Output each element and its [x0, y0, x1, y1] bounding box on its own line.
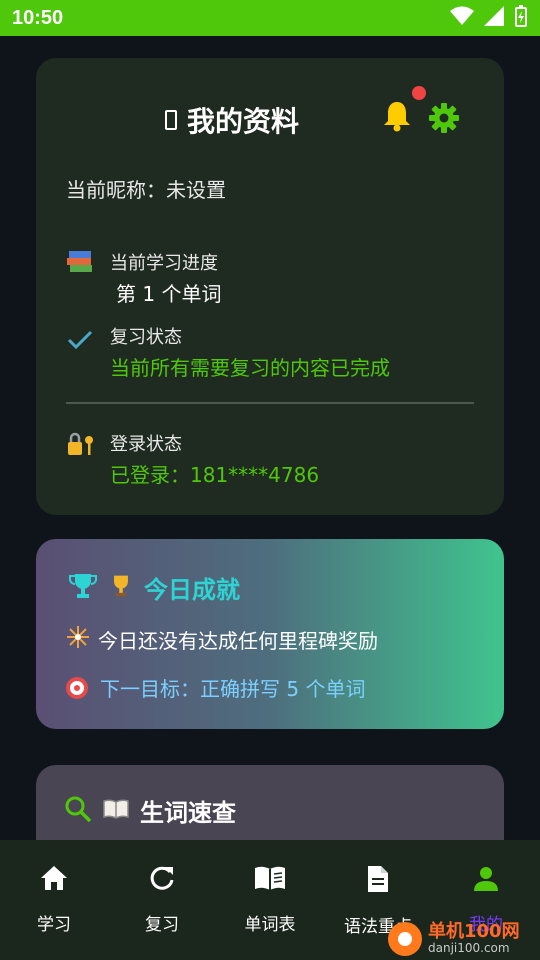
profile-title: 我的资料 [165, 100, 299, 140]
achievement-title: 今日成就 [68, 570, 240, 605]
bell-icon [382, 102, 412, 136]
review-label: 复习状态 [110, 327, 182, 348]
profile-title-text: 我的资料 [187, 105, 300, 138]
document-icon [366, 864, 390, 898]
tab-wordlist[interactable]: 单词表 [216, 840, 324, 960]
notification-badge [412, 86, 426, 100]
login-value: 已登录：181****4786 [110, 463, 320, 487]
firework-icon [66, 625, 90, 654]
check-icon [66, 328, 94, 358]
achievement-status: 今日还没有达成任何里程碑奖励 [66, 625, 378, 654]
tab-study[interactable]: 学习 [0, 840, 108, 960]
target-icon [66, 676, 88, 699]
notification-button[interactable] [382, 86, 426, 136]
progress-label: 当前学习进度 [110, 253, 218, 274]
status-time: 10:50 [12, 6, 64, 29]
divider [66, 402, 474, 404]
watermark-main-text: 单机100网 [428, 921, 520, 943]
next-goal-text: 下一目标：正确拼写 5 个单词 [100, 677, 366, 701]
person-icon [472, 864, 500, 896]
settings-button[interactable] [428, 102, 460, 134]
watermark: 单机100网 danji100.com [388, 918, 540, 960]
tab-wordlist-label: 单词表 [244, 915, 296, 935]
search-icon [64, 795, 92, 827]
lock-key-icon [66, 432, 96, 464]
placeholder-glyph-icon [165, 110, 177, 130]
tab-study-label: 学习 [37, 915, 71, 935]
gear-icon [428, 103, 460, 138]
word-lookup-title-text: 生词速查 [140, 799, 236, 827]
status-bar: 10:50 [0, 0, 540, 36]
book-icon [102, 797, 130, 825]
watermark-sub-text: danji100.com [428, 941, 510, 956]
review-value: 当前所有需要复习的内容已完成 [110, 356, 390, 380]
status-icons [450, 5, 528, 31]
refresh-icon [148, 864, 176, 896]
word-lookup-title: 生词速查 [64, 793, 236, 828]
watermark-text: 单机100网 danji100.com [428, 921, 520, 956]
battery-icon [514, 5, 528, 31]
next-goal: 下一目标：正确拼写 5 个单词 [66, 673, 365, 702]
tab-review-label: 复习 [145, 915, 179, 935]
home-icon [39, 864, 69, 896]
tab-review[interactable]: 复习 [108, 840, 216, 960]
achievement-status-text: 今日还没有达成任何里程碑奖励 [98, 629, 378, 653]
trophy-icon [68, 571, 98, 605]
watermark-logo-icon [388, 922, 422, 956]
signal-icon [484, 6, 504, 30]
progress-value: 第 1 个单词 [116, 282, 222, 306]
achievement-title-text: 今日成就 [144, 576, 240, 604]
wifi-icon [450, 6, 474, 30]
books-icon [66, 248, 96, 282]
nickname-text: 当前昵称：未设置 [66, 178, 226, 202]
open-book-icon [253, 864, 287, 896]
trophy-emoji-icon [108, 573, 134, 603]
login-label: 登录状态 [110, 434, 182, 455]
